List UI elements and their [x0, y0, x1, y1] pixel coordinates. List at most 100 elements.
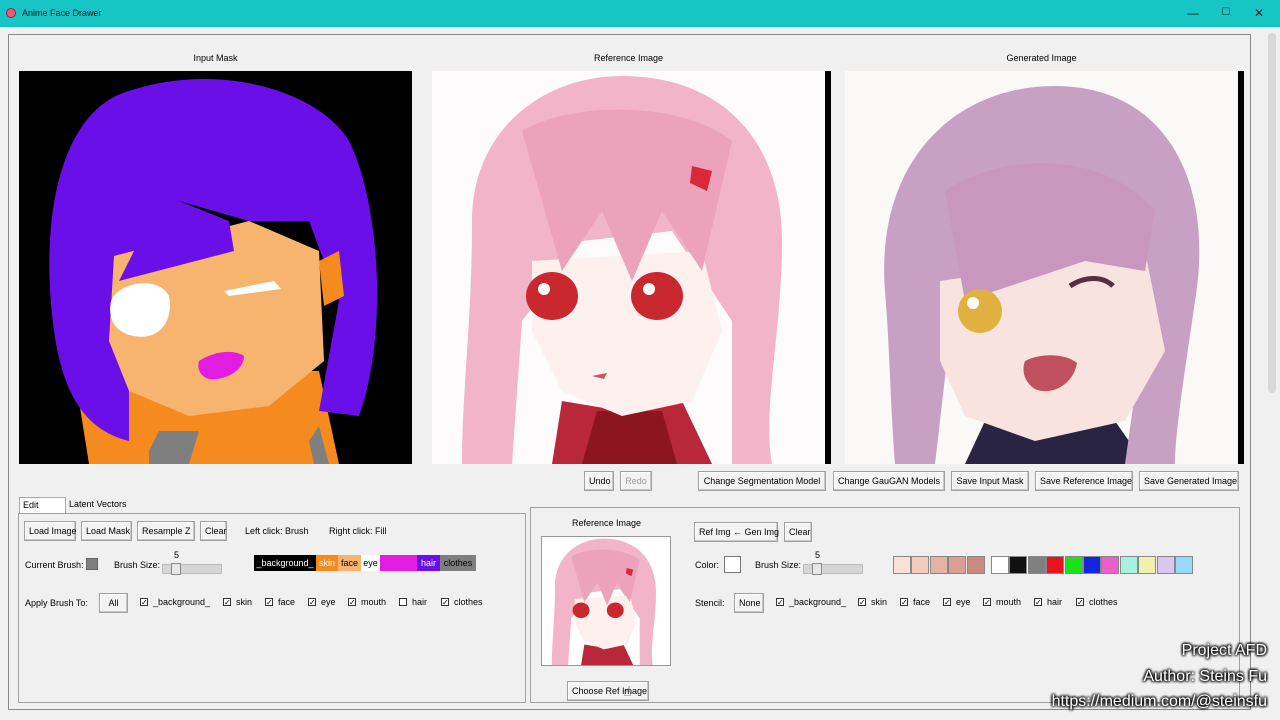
- checkbox-icon[interactable]: ✓: [858, 598, 866, 607]
- brush-size-slider[interactable]: [162, 563, 222, 575]
- legend-skin[interactable]: skin: [316, 555, 338, 571]
- ref-from-gen-button[interactable]: Ref Img ← Gen Img: [694, 522, 779, 542]
- checkbox-icon[interactable]: [399, 598, 407, 606]
- palette-color-swatch[interactable]: [991, 556, 1009, 574]
- app-icon: [6, 8, 16, 18]
- minimize-icon[interactable]: —: [1185, 5, 1201, 21]
- checkbox-label: face: [913, 597, 931, 607]
- save-generated-image-button[interactable]: Save Generated Image: [1139, 471, 1239, 491]
- apply-mouth-checkbox[interactable]: ✓ mouth: [348, 597, 386, 607]
- maximize-icon[interactable]: ☐: [1218, 5, 1234, 21]
- palette-color-swatch[interactable]: [1138, 556, 1157, 574]
- apply-background-checkbox[interactable]: ✓ _background_: [140, 597, 210, 607]
- palette-color-swatch[interactable]: [1064, 556, 1083, 574]
- legend-face[interactable]: face: [338, 555, 361, 571]
- legend-mouth[interactable]: mouth: [380, 555, 417, 571]
- edit-panel: Load Image Load Mask Resample Z Clear Le…: [18, 513, 526, 703]
- close-icon[interactable]: ✕: [1251, 5, 1267, 21]
- apply-eye-checkbox[interactable]: ✓ eye: [308, 597, 336, 607]
- palette-color-swatch[interactable]: [1119, 556, 1138, 574]
- checkbox-icon[interactable]: ✓: [900, 598, 908, 607]
- palette-color-swatch[interactable]: [929, 556, 948, 574]
- stencil-clothes-checkbox[interactable]: ✓ clothes: [1076, 597, 1118, 607]
- clear-ref-button[interactable]: Clear: [784, 522, 812, 542]
- tab-edit-panel[interactable]: Edit Panel: [19, 497, 66, 525]
- ref-brush-size-slider[interactable]: [803, 563, 863, 575]
- generated-image-label: Generated Image: [1006, 53, 1077, 63]
- checkbox-label: mouth: [996, 597, 1022, 607]
- palette-color-swatch[interactable]: [1083, 556, 1101, 574]
- overlay-project-name: Project AFD: [1181, 642, 1267, 659]
- left-click-hint: Left click: Brush: [245, 526, 309, 536]
- current-color-swatch[interactable]: [724, 556, 741, 573]
- brush-size-value: 5: [174, 550, 180, 560]
- legend-hair[interactable]: hair: [417, 555, 440, 571]
- apply-hair-checkbox[interactable]: hair: [399, 597, 427, 607]
- palette-color-swatch[interactable]: [893, 556, 911, 574]
- palette-color-swatch[interactable]: [1046, 556, 1065, 574]
- legend-clothes[interactable]: clothes: [440, 555, 476, 571]
- palette-color-swatch[interactable]: [1156, 556, 1175, 574]
- redo-button[interactable]: Redo: [620, 471, 652, 491]
- checkbox-icon[interactable]: ✓: [223, 598, 231, 607]
- current-brush-swatch: [86, 558, 98, 570]
- overlay-url: https://medium.com/@steinsfu: [1051, 693, 1267, 710]
- palette-color-swatch[interactable]: [948, 556, 967, 574]
- input-mask-canvas[interactable]: [19, 71, 412, 464]
- choose-ref-image-button[interactable]: Choose Ref Image: [567, 681, 649, 701]
- checkbox-label: _background_: [153, 597, 211, 607]
- apply-skin-checkbox[interactable]: ✓ skin: [223, 597, 252, 607]
- stencil-face-checkbox[interactable]: ✓ face: [900, 597, 930, 607]
- legend-background[interactable]: _background_: [254, 555, 316, 571]
- vertical-scrollbar[interactable]: [1268, 33, 1276, 393]
- slider-thumb[interactable]: [812, 563, 822, 575]
- checkbox-icon[interactable]: ✓: [1034, 598, 1042, 607]
- stencil-eye-checkbox[interactable]: ✓ eye: [943, 597, 971, 607]
- checkbox-icon[interactable]: ✓: [1076, 598, 1084, 607]
- checkbox-icon[interactable]: ✓: [776, 598, 784, 607]
- change-segmentation-model-button[interactable]: Change Segmentation Model: [698, 471, 826, 491]
- reference-image-label: Reference Image: [593, 53, 664, 63]
- reference-thumbnail: [541, 536, 671, 666]
- resample-z-button[interactable]: Resample Z: [137, 521, 195, 541]
- stencil-background-checkbox[interactable]: ✓ _background_: [776, 597, 846, 607]
- reference-panel-title: Reference Image: [572, 518, 642, 528]
- tab-latent-vectors[interactable]: Latent Vectors: [66, 497, 130, 513]
- palette-color-swatch[interactable]: [911, 556, 930, 574]
- palette-color-swatch[interactable]: [1175, 556, 1193, 574]
- save-reference-image-button[interactable]: Save Reference Image: [1035, 471, 1133, 491]
- ref-brush-size-label: Brush Size:: [755, 560, 802, 570]
- checkbox-icon[interactable]: ✓: [983, 598, 991, 607]
- stencil-none-button[interactable]: None: [734, 593, 764, 613]
- checkbox-icon[interactable]: ✓: [265, 598, 273, 607]
- generated-image-canvas: [845, 71, 1238, 464]
- apply-face-checkbox[interactable]: ✓ face: [265, 597, 295, 607]
- reference-image-canvas[interactable]: [432, 71, 825, 464]
- load-mask-button[interactable]: Load Mask: [81, 521, 132, 541]
- palette-color-swatch[interactable]: [1027, 556, 1046, 574]
- apply-all-button[interactable]: All: [99, 593, 128, 613]
- palette-color-swatch[interactable]: [1101, 556, 1120, 574]
- apply-clothes-checkbox[interactable]: ✓ clothes: [441, 597, 483, 607]
- ref-brush-size-value: 5: [815, 550, 821, 560]
- stencil-skin-checkbox[interactable]: ✓ skin: [858, 597, 887, 607]
- checkbox-label: skin: [871, 597, 888, 607]
- stencil-mouth-checkbox[interactable]: ✓ mouth: [983, 597, 1021, 607]
- checkbox-icon[interactable]: ✓: [140, 598, 148, 607]
- palette-color-swatch[interactable]: [966, 556, 985, 574]
- load-image-button[interactable]: Load Image: [24, 521, 77, 541]
- legend-eye[interactable]: eye: [361, 555, 380, 571]
- clear-mask-button[interactable]: Clear: [200, 521, 227, 541]
- stencil-hair-checkbox[interactable]: ✓ hair: [1034, 597, 1062, 607]
- checkbox-icon[interactable]: ✓: [308, 598, 316, 607]
- change-gaugan-models-button[interactable]: Change GauGAN Models: [833, 471, 945, 491]
- checkbox-label: mouth: [361, 597, 387, 607]
- checkbox-icon[interactable]: ✓: [943, 598, 951, 607]
- window-title: Anime Face Drawer: [22, 8, 102, 18]
- slider-thumb[interactable]: [171, 563, 181, 575]
- checkbox-icon[interactable]: ✓: [441, 598, 449, 607]
- save-input-mask-button[interactable]: Save Input Mask: [951, 471, 1029, 491]
- undo-button[interactable]: Undo: [584, 471, 614, 491]
- palette-color-swatch[interactable]: [1009, 556, 1028, 574]
- checkbox-icon[interactable]: ✓: [348, 598, 356, 607]
